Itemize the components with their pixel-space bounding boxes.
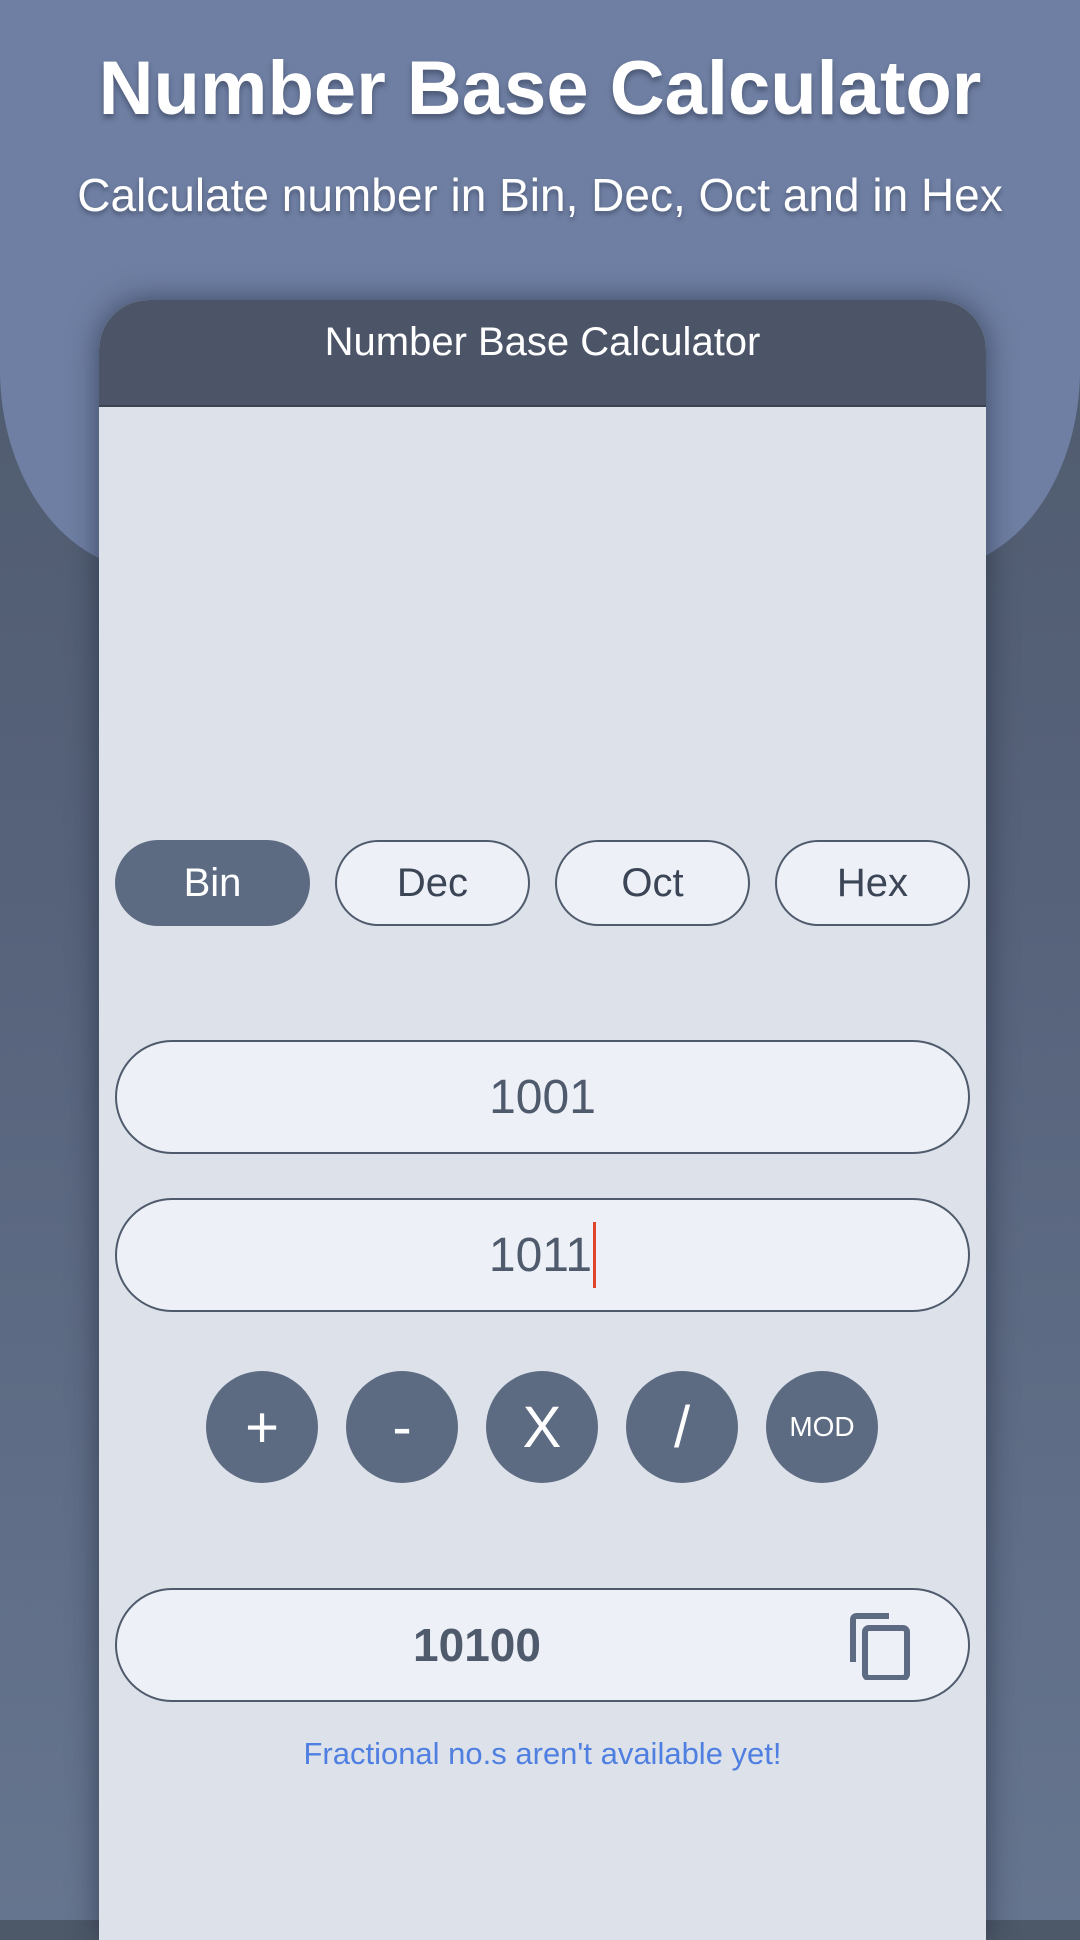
result-field: 10100 xyxy=(115,1588,970,1702)
tab-dec[interactable]: Dec xyxy=(335,840,530,926)
multiply-button[interactable]: X xyxy=(486,1371,598,1483)
mod-button[interactable]: MOD xyxy=(766,1371,878,1483)
first-number-value: 1001 xyxy=(489,1070,596,1124)
fractional-note: Fractional no.s aren't available yet! xyxy=(303,1736,782,1771)
subtract-button[interactable]: - xyxy=(346,1371,458,1483)
text-cursor xyxy=(593,1222,597,1288)
copy-icon xyxy=(850,1613,910,1681)
hero-title: Number Base Calculator xyxy=(98,46,982,131)
tab-bin[interactable]: Bin xyxy=(115,840,310,926)
second-number-value: 1011 xyxy=(488,1228,593,1282)
copy-button[interactable] xyxy=(849,1612,913,1681)
app-bar: Number Base Calculator xyxy=(99,300,986,407)
divide-button[interactable]: / xyxy=(626,1371,738,1483)
tab-hex[interactable]: Hex xyxy=(775,840,970,926)
first-number-input[interactable]: 1001 xyxy=(115,1040,970,1154)
app-bar-title: Number Base Calculator xyxy=(324,320,761,364)
tab-oct[interactable]: Oct xyxy=(555,840,750,926)
base-selector: Bin Dec Oct Hex xyxy=(115,840,970,926)
operation-buttons: + - X / MOD xyxy=(206,1371,878,1483)
add-button[interactable]: + xyxy=(206,1371,318,1483)
hero-subtitle: Calculate number in Bin, Dec, Oct and in… xyxy=(77,169,1003,221)
app-screen: Number Base Calculator Bin Dec Oct Hex 1… xyxy=(99,300,986,1940)
result-value: 10100 xyxy=(413,1619,541,1671)
second-number-input[interactable]: 1011 xyxy=(115,1198,970,1312)
